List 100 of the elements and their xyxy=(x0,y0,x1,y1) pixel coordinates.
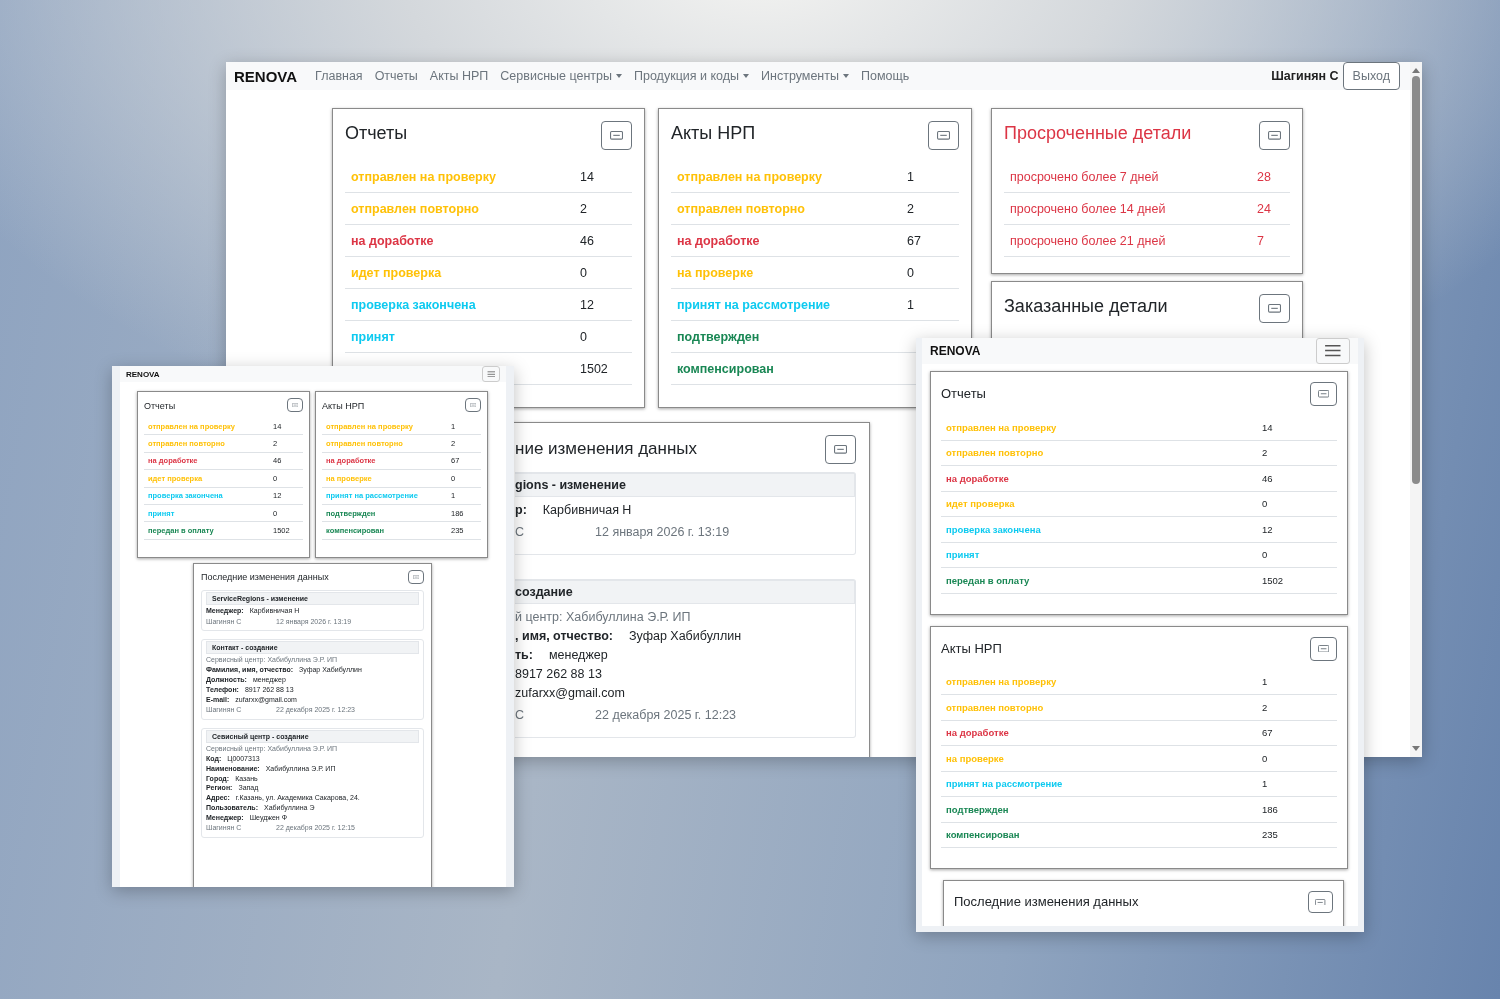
status-label: просрочено более 14 дней xyxy=(1009,201,1167,216)
status-count: 67 xyxy=(907,233,922,248)
toggle-button[interactable] xyxy=(287,398,303,412)
field-value: Карбивничая Н xyxy=(542,503,632,517)
toggle-button[interactable] xyxy=(465,398,481,412)
status-count: 46 xyxy=(580,233,595,248)
menu-icon xyxy=(1324,344,1342,358)
status-count: 0 xyxy=(907,265,915,280)
status-label: на доработке xyxy=(676,233,761,248)
toggle-button[interactable] xyxy=(825,435,856,464)
status-label: компенсирован xyxy=(945,829,1021,841)
card-title: Отчеты xyxy=(144,400,176,412)
status-label: отправлен повторно xyxy=(676,201,806,216)
card-title: Последние изменения данных xyxy=(954,893,1139,910)
field-label: р: xyxy=(515,503,527,517)
nav-link[interactable]: Отчеты xyxy=(374,69,418,83)
card-title: Акты НРП xyxy=(941,639,1002,657)
status-label: просрочено более 7 дней xyxy=(1009,169,1160,184)
nav-link[interactable]: Сервисные центры xyxy=(500,69,622,83)
nav-link[interactable]: Инструменты xyxy=(761,69,849,83)
change-date: 12 января 2026 г. 13:19 xyxy=(595,525,730,539)
status-count: 2 xyxy=(1262,447,1269,459)
toggle-button[interactable] xyxy=(1310,382,1337,406)
field-value: менеджер xyxy=(548,648,608,662)
panel-icon xyxy=(1315,898,1326,906)
toggle-button[interactable] xyxy=(1259,294,1290,323)
nav-link[interactable]: Продукция и коды xyxy=(634,69,750,83)
status-count: 235 xyxy=(1262,829,1279,841)
card-title: ние изменения данных xyxy=(515,438,698,460)
status-count: 24 xyxy=(1257,201,1272,216)
status-count: 46 xyxy=(1262,472,1274,484)
card-title: Отчеты xyxy=(941,385,986,402)
status-label: отправлен на проверку xyxy=(945,676,1058,688)
toggle-button[interactable] xyxy=(408,569,424,584)
status-count: 2 xyxy=(907,201,915,216)
menu-button[interactable] xyxy=(1316,338,1350,364)
scroll-up-icon[interactable] xyxy=(1411,66,1421,74)
brand-logo[interactable]: RENOVA xyxy=(234,67,298,85)
status-count: 7 xyxy=(1257,233,1265,248)
brand-logo[interactable]: RENOVA xyxy=(126,369,160,379)
nav-link[interactable]: Акты НРП xyxy=(429,69,489,83)
status-count: 186 xyxy=(1262,803,1279,815)
panel-icon xyxy=(469,402,477,408)
status-label: отправлен на проверку xyxy=(676,169,823,184)
status-count: 0 xyxy=(580,265,588,280)
status-count: 12 xyxy=(1262,523,1274,535)
nav-link[interactable]: Главная xyxy=(315,69,363,83)
nav-link[interactable]: Помощь xyxy=(861,69,910,83)
panel-icon xyxy=(833,445,847,454)
status-label: на проверке xyxy=(945,752,1005,764)
brand-logo[interactable]: RENOVA xyxy=(930,344,981,358)
author-name: С xyxy=(515,707,526,724)
status-count: 67 xyxy=(1262,727,1274,739)
card-title: Отчеты xyxy=(345,122,408,145)
status-count: 1502 xyxy=(580,361,609,376)
status-count: 1 xyxy=(1262,778,1269,790)
entry-heading: gions - изменение xyxy=(515,473,855,497)
panel-icon xyxy=(412,574,420,579)
status-count: 0 xyxy=(1262,549,1269,561)
status-label: отправлен на проверку xyxy=(945,421,1058,433)
status-label: отправлен повторно xyxy=(945,701,1045,713)
status-label: подтвержден xyxy=(945,803,1010,815)
scrollbar-thumb[interactable] xyxy=(1412,76,1420,484)
status-label: на проверке xyxy=(676,265,755,280)
logout-button[interactable]: Выход xyxy=(1342,62,1400,90)
entry-heading: создание xyxy=(515,580,855,604)
field-value: zufarxx@gmail.com xyxy=(515,686,625,700)
panel-icon xyxy=(609,131,623,140)
status-count: 1 xyxy=(907,169,915,184)
toggle-button[interactable] xyxy=(928,121,959,150)
status-label: принят на рассмотрение xyxy=(945,778,1064,790)
field-label: ть: xyxy=(515,648,533,662)
status-count: 14 xyxy=(580,169,595,184)
status-count: 2 xyxy=(580,201,588,216)
status-label: отправлен повторно xyxy=(945,447,1045,459)
status-label: проверка закончена xyxy=(945,523,1042,535)
user-name: Шагинян С xyxy=(1271,69,1339,83)
status-label: отправлен на проверку xyxy=(350,169,497,184)
status-count: 28 xyxy=(1257,169,1272,184)
status-label: принят на рассмотрение xyxy=(676,297,832,312)
scroll-down-icon[interactable] xyxy=(1411,745,1421,753)
status-count: 0 xyxy=(1262,498,1269,510)
field-value: 8917 262 88 13 xyxy=(515,667,602,681)
status-label: на доработке xyxy=(945,472,1010,484)
field-label: , имя, отчество: xyxy=(515,629,613,643)
toggle-button[interactable] xyxy=(601,121,632,150)
toggle-button[interactable] xyxy=(1259,121,1290,150)
change-date: 22 декабря 2025 г. 12:23 xyxy=(595,708,737,722)
card-title: Заказанные детали xyxy=(1004,295,1168,318)
status-label: просрочено более 21 дней xyxy=(1009,233,1167,248)
card-title: Последние изменения данных xyxy=(201,570,329,583)
status-label: отправлен повторно xyxy=(350,201,480,216)
entry-note: й центр: Хабибуллина Э.Р. ИП xyxy=(515,609,692,626)
panel-icon xyxy=(1317,390,1330,398)
status-count: 12 xyxy=(580,297,595,312)
toggle-button[interactable] xyxy=(1310,636,1337,661)
card-title: Просроченные детали xyxy=(1004,122,1192,145)
status-label: принят xyxy=(350,329,396,344)
toggle-button[interactable] xyxy=(1308,891,1333,913)
panel-icon xyxy=(1317,644,1330,653)
